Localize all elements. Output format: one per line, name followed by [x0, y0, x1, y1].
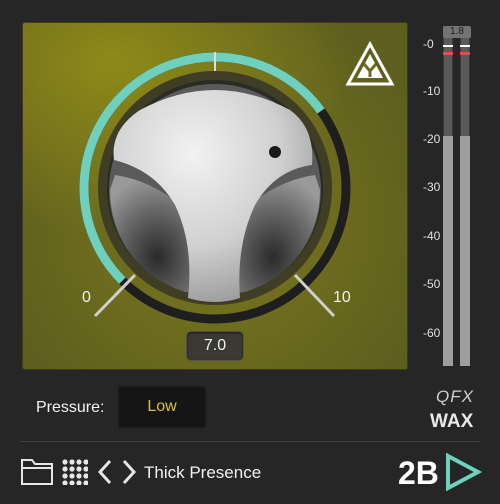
meter-tick: -10 [423, 84, 441, 98]
knob-max-label: 10 [333, 289, 351, 306]
meter-tick: -20 [423, 132, 441, 146]
knob-pointer-dot [269, 146, 281, 158]
meter-tick: -40 [423, 229, 441, 243]
chevron-left-icon[interactable] [97, 459, 113, 485]
meter-peak-readout[interactable]: 1.8 [443, 26, 471, 38]
knob-svg [79, 52, 351, 324]
folder-icon[interactable] [20, 456, 54, 486]
meter-tick: -0 [423, 37, 434, 51]
footer-divider [20, 441, 480, 442]
product-line2: WAX [430, 411, 474, 432]
meter-tick: -60 [423, 326, 441, 340]
chevron-right-icon[interactable] [121, 459, 137, 485]
meter-left-channel [443, 26, 453, 366]
knob-min-tick [93, 273, 137, 318]
grid-icon[interactable] [62, 459, 88, 485]
knob-min-label: 0 [82, 289, 91, 306]
product-line1: QFX [436, 387, 474, 406]
pressure-label: Pressure: [36, 399, 105, 416]
knob-value-display[interactable]: 7.0 [186, 331, 244, 361]
meter-tick: -50 [423, 277, 441, 291]
pressure-selector[interactable]: Low [118, 386, 206, 428]
preset-name[interactable]: Thick Presence [144, 463, 261, 483]
meter-tick: -30 [423, 180, 441, 194]
knob-max-tick [293, 273, 336, 318]
brand-text: 2B [398, 455, 439, 491]
meter-right-channel [460, 26, 470, 366]
2b-logo-icon[interactable]: 2B [396, 452, 482, 492]
y-triangle-logo-icon [345, 41, 395, 86]
